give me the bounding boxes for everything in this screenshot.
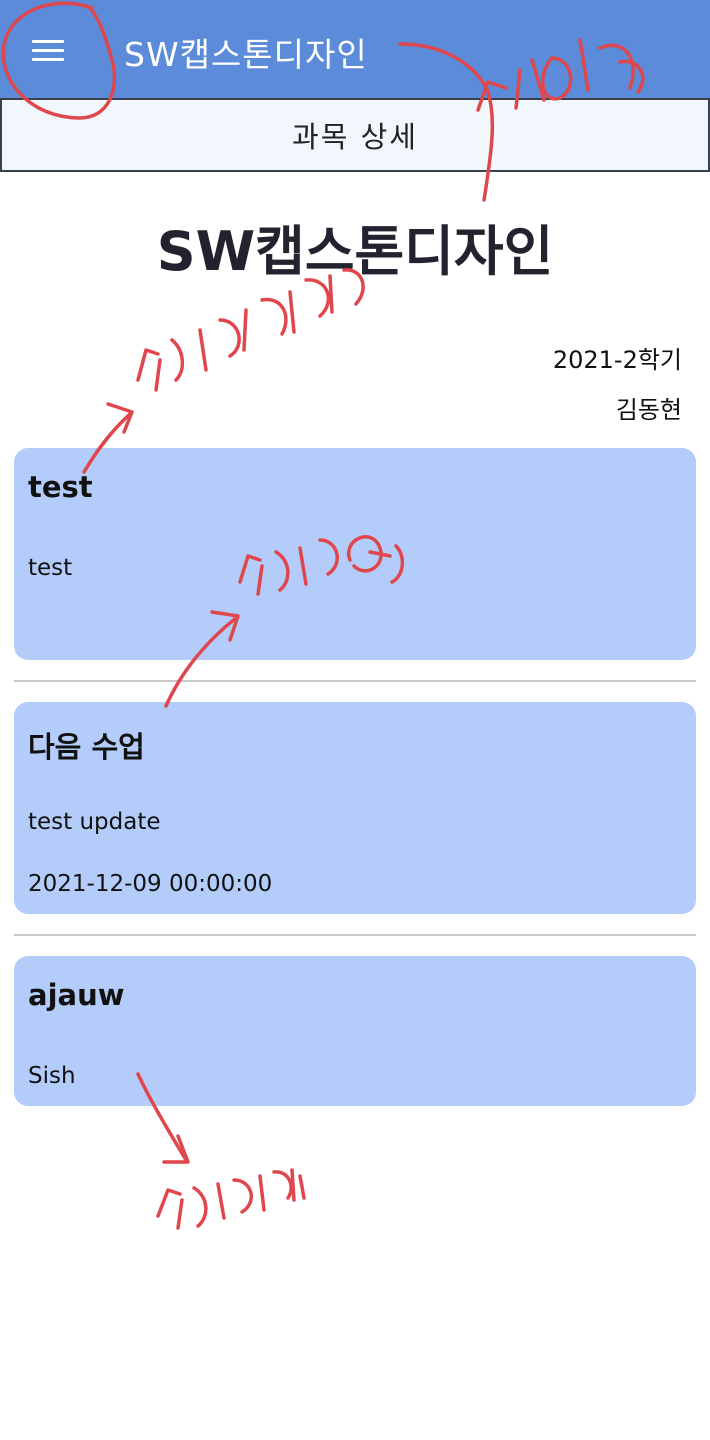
assignment-title: ajauw <box>28 978 125 1012</box>
next-class-description: test update <box>28 809 161 835</box>
assignment-content: Sish <box>28 1063 76 1089</box>
app-bar-title: SW캡스톤디자인 <box>124 35 368 74</box>
next-class-title: 다음 수업 <box>28 730 145 764</box>
latest-notice-scribble <box>136 268 365 392</box>
hamburger-menu-icon[interactable] <box>28 34 68 68</box>
course-term: 2021-2학기 <box>552 346 682 374</box>
latest-notice-card[interactable]: test test <box>14 448 696 660</box>
latest-assignment-card[interactable]: ajauw Sish <box>14 956 696 1106</box>
subheader: 과목 상세 <box>0 98 710 172</box>
divider <box>14 680 696 682</box>
course-title: SW캡스톤디자인 <box>156 220 554 283</box>
course-professor: 김동현 <box>615 396 682 424</box>
notice-content: test <box>28 555 73 581</box>
next-class-datetime: 2021-12-09 00:00:00 <box>28 871 273 897</box>
next-class-card[interactable]: 다음 수업 test update 2021-12-09 00:00:00 <box>14 702 696 914</box>
notice-title: test <box>28 470 93 504</box>
divider <box>14 934 696 936</box>
subheader-title: 과목 상세 <box>292 120 418 154</box>
latest-assignment-scribble <box>156 1168 306 1230</box>
app-bar: SW캡스톤디자인 <box>0 0 710 100</box>
